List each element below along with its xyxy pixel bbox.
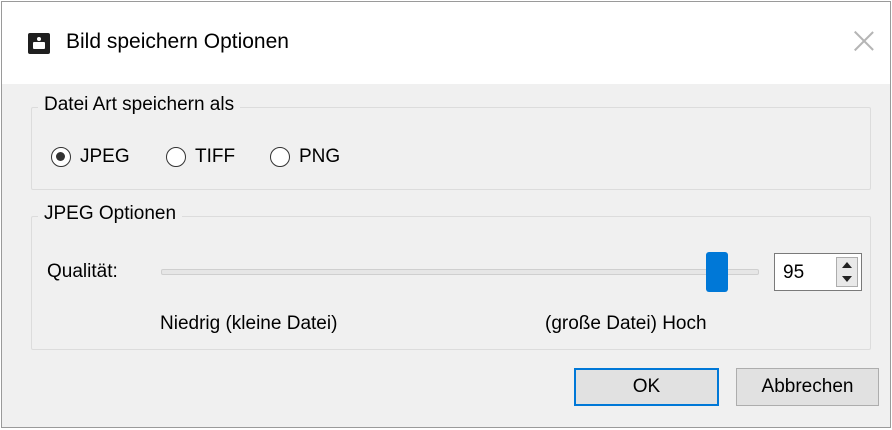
quality-slider-thumb[interactable]: [706, 252, 728, 292]
quality-low-label: Niedrig (kleine Datei): [160, 313, 338, 334]
radio-jpeg-label: JPEG: [80, 146, 130, 167]
jpeg-options-group: JPEG Optionen: [31, 203, 871, 350]
radio-jpeg-indicator[interactable]: [51, 147, 71, 167]
radio-png-indicator[interactable]: [270, 147, 290, 167]
quality-spinbox[interactable]: 95: [774, 253, 862, 291]
quality-high-label: (große Datei) Hoch: [545, 313, 707, 334]
spin-down-icon[interactable]: [842, 276, 852, 282]
spin-up-icon[interactable]: [842, 262, 852, 268]
quality-value[interactable]: 95: [783, 262, 804, 284]
quality-label: Qualität:: [47, 261, 118, 282]
jpeg-options-legend: JPEG Optionen: [38, 203, 183, 225]
radio-png[interactable]: PNG: [270, 146, 340, 168]
quality-slider-track[interactable]: [161, 269, 759, 275]
radio-tiff[interactable]: TIFF: [166, 146, 235, 168]
ok-button[interactable]: OK: [574, 368, 719, 406]
file-type-group: Datei Art speichern als: [31, 94, 871, 190]
cancel-button[interactable]: Abbrechen: [736, 368, 879, 406]
radio-jpeg[interactable]: JPEG: [51, 146, 130, 168]
title-bar: Bild speichern Optionen: [2, 2, 890, 84]
radio-png-label: PNG: [299, 146, 341, 167]
dialog-title: Bild speichern Optionen: [66, 30, 289, 53]
save-options-dialog: Bild speichern Optionen Datei Art speich…: [1, 1, 891, 428]
spinner-buttons[interactable]: [836, 257, 858, 287]
image-icon: [28, 33, 50, 54]
radio-tiff-indicator[interactable]: [166, 147, 186, 167]
radio-tiff-label: TIFF: [195, 146, 236, 167]
file-type-legend: Datei Art speichern als: [38, 94, 241, 116]
close-icon[interactable]: [848, 26, 880, 58]
